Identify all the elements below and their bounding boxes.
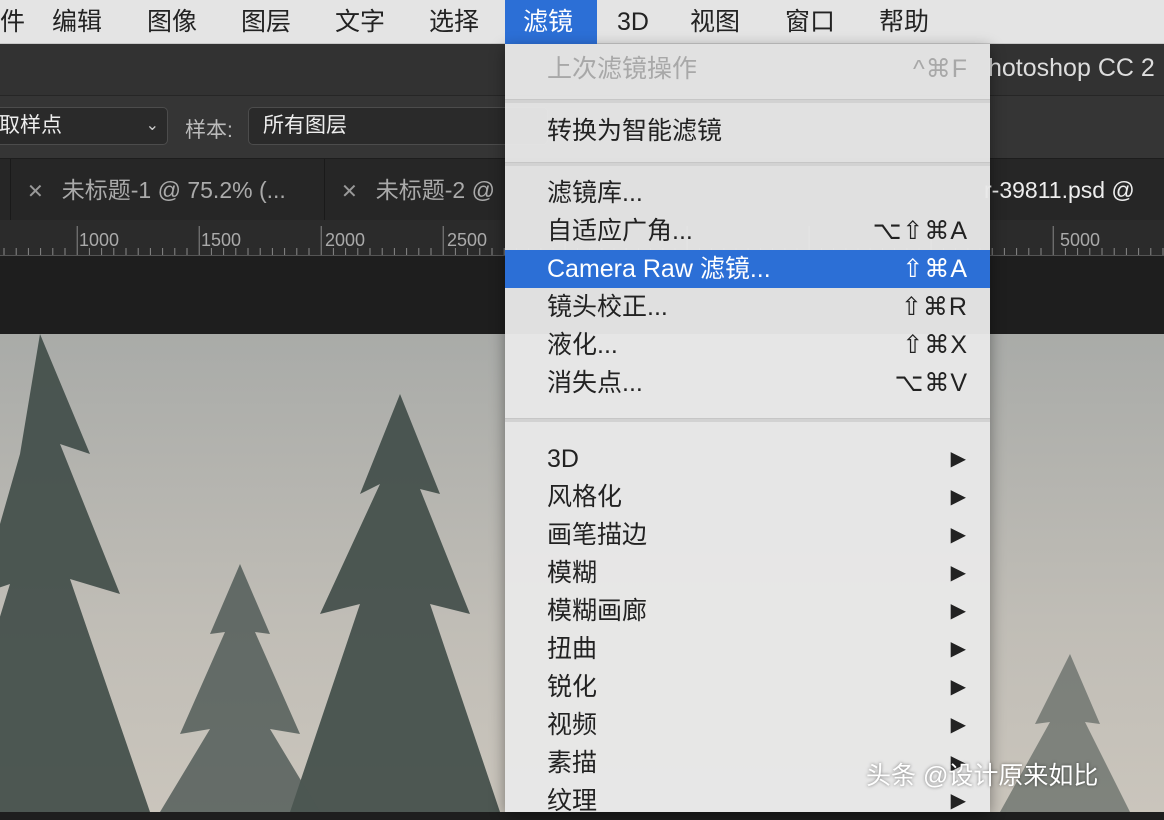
watermark: 头条 @设计原来如比 [866, 756, 1098, 792]
menu-item-filter-gallery[interactable]: 滤镜库... [505, 174, 990, 212]
tab-untitled-1[interactable]: ✕ 未标题-1 @ 75.2% (... [10, 159, 324, 221]
menu-item-label: 素描 [547, 749, 597, 777]
menu-item-last-filter: 上次滤镜操作^⌘F [505, 50, 990, 88]
chevron-down-icon: ⌄ [146, 108, 159, 144]
submenu-arrow-icon: ▶ [951, 706, 966, 744]
menu-item-label: 扭曲 [547, 635, 597, 663]
tab-psd[interactable]: r-39811.psd @ [970, 159, 1135, 221]
menu-item-submenu[interactable]: 画笔描边 ▶ [505, 516, 990, 554]
sample-select[interactable]: 所有图层 [248, 107, 548, 145]
separator [505, 418, 990, 422]
menu-item-submenu[interactable]: 锐化 ▶ [505, 668, 990, 706]
menu-help[interactable]: 帮助 [865, 0, 943, 44]
menu-item-label: 锐化 [547, 673, 597, 701]
menu-select[interactable]: 选择 [415, 0, 493, 44]
submenu-arrow-icon: ▶ [951, 668, 966, 706]
sample-point-dropdown[interactable]: 取样点 ⌄ [0, 107, 168, 145]
menu-item-adaptive-wide-angle[interactable]: 自适应广角...⌥⇧⌘A [505, 212, 990, 250]
shortcut: ^⌘F [913, 50, 968, 88]
menu-item-submenu[interactable]: 扭曲 ▶ [505, 630, 990, 668]
submenu-arrow-icon: ▶ [951, 592, 966, 630]
menu-item-submenu[interactable]: 模糊 ▶ [505, 554, 990, 592]
menu-view[interactable]: 视图 [676, 0, 754, 44]
menu-item-liquify[interactable]: 液化...⇧⌘X [505, 326, 990, 364]
close-icon[interactable]: ✕ [341, 181, 358, 203]
menu-item-label: 画笔描边 [547, 521, 647, 549]
submenu-arrow-icon: ▶ [951, 478, 966, 516]
filter-menu: 上次滤镜操作^⌘F 转换为智能滤镜 滤镜库... 自适应广角...⌥⇧⌘A Ca… [505, 44, 990, 812]
menu-file[interactable]: 件 [0, 0, 39, 44]
menu-3d[interactable]: 3D [603, 0, 663, 44]
menu-edit[interactable]: 编辑 [38, 0, 116, 44]
menu-item-label: 纹理 [547, 787, 597, 815]
dropdown-value: 取样点 [0, 114, 62, 137]
menu-item-camera-raw[interactable]: Camera Raw 滤镜...⇧⌘A [505, 250, 990, 288]
menu-item-convert-smart-filter[interactable]: 转换为智能滤镜 [505, 112, 990, 150]
sample-label: 样本: [185, 114, 233, 144]
ruler-label: 1500 [201, 230, 241, 251]
tab-label: 未标题-1 @ 75.2% (... [62, 177, 286, 203]
menu-item-label: 风格化 [547, 483, 622, 511]
menu-item-vanishing-point[interactable]: 消失点...⌥⌘V [505, 364, 990, 402]
submenu-arrow-icon: ▶ [951, 630, 966, 668]
tab-label: r-39811.psd @ [984, 177, 1135, 203]
close-icon[interactable]: ✕ [27, 181, 44, 203]
tab-label: 未标题-2 @ [376, 177, 495, 203]
menu-item-label: 模糊 [547, 559, 597, 587]
menu-item-label: 模糊画廊 [547, 597, 647, 625]
menu-item-submenu[interactable]: 风格化 ▶ [505, 478, 990, 516]
menu-item-label: 视频 [547, 711, 597, 739]
ruler-label: 5000 [1060, 230, 1100, 251]
menu-window[interactable]: 窗口 [771, 0, 849, 44]
menu-filter[interactable]: 滤镜 [505, 0, 597, 44]
submenu-arrow-icon: ▶ [951, 440, 966, 478]
menu-type[interactable]: 文字 [321, 0, 399, 44]
menu-bar: 件 编辑 图像 图层 文字 选择 滤镜 3D 视图 窗口 帮助 [0, 0, 1164, 44]
separator [505, 99, 990, 103]
submenu-arrow-icon: ▶ [951, 554, 966, 592]
menu-item-label: 3D [547, 445, 579, 473]
menu-item-lens-correction[interactable]: 镜头校正...⇧⌘R [505, 288, 990, 326]
menu-item-submenu[interactable]: 模糊画廊 ▶ [505, 592, 990, 630]
menu-image[interactable]: 图像 [133, 0, 211, 44]
submenu-arrow-icon: ▶ [951, 516, 966, 554]
ruler-label: 2500 [447, 230, 487, 251]
app-title: hotoshop CC 2 [988, 54, 1155, 83]
menu-item-submenu[interactable]: 3D ▶ [505, 440, 990, 478]
menu-item-submenu[interactable]: 视频 ▶ [505, 706, 990, 744]
ruler-label: 1000 [79, 230, 119, 251]
ruler-label: 2000 [325, 230, 365, 251]
separator [505, 162, 990, 166]
menu-layer[interactable]: 图层 [227, 0, 305, 44]
